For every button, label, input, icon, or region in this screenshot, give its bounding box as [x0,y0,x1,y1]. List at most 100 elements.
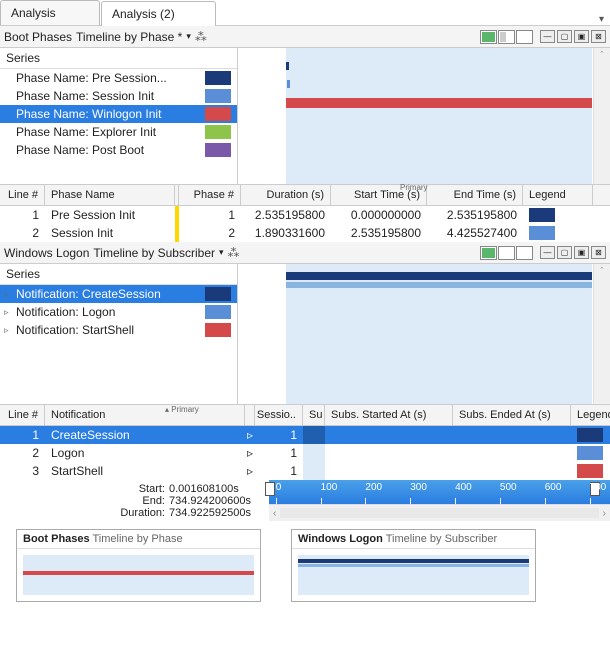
chevron-down-icon[interactable]: ▾ [219,247,224,258]
chevron-down-icon[interactable]: ▾ [186,31,191,42]
restore-button[interactable]: ▢ [557,246,572,259]
cell-ended [453,462,571,480]
layout-table-button[interactable] [516,30,533,44]
series-item[interactable]: Phase Name: Winlogon Init [0,105,237,123]
tab-analysis-1[interactable]: Analysis [0,0,100,25]
ruler-tick: 400 [455,482,472,493]
restore-button[interactable]: ▢ [557,30,572,43]
cell-phase-num: 2 [179,224,241,242]
th-sessio[interactable]: Sessio.. [255,405,303,425]
panel2-mode-dropdown[interactable]: Timeline by Subscriber [93,246,215,260]
series-item[interactable]: Phase Name: Post Boot [0,141,237,159]
duration-value: 734.922592500s [169,507,251,519]
table-row[interactable]: 1 Pre Session Init 1 2.535195800 0.00000… [0,206,610,224]
th-started[interactable]: Subs. Started At (s) [325,405,453,425]
series-label: Phase Name: Winlogon Init [16,107,161,121]
series-item[interactable]: Phase Name: Pre Session... [0,69,237,87]
panel1-chart[interactable]: ˆ [238,48,610,184]
ruler-handle-start[interactable] [265,482,275,496]
layout-split-button[interactable] [498,30,515,44]
expand-icon[interactable]: ▹ [245,444,255,462]
horizontal-scrollbar[interactable]: ‹ › [269,504,610,521]
panel2-table: ▴ Primary Line # Notification Sessio.. S… [0,404,610,480]
ruler-tick: 0 [276,482,282,493]
table-row[interactable]: 1 CreateSession ▹ 1 [0,426,610,444]
tab-overflow-icon[interactable]: ▾ [599,14,604,25]
cell-line: 2 [0,444,45,462]
th-line[interactable]: Line # [0,185,45,205]
vertical-scrollbar[interactable]: ˆ [593,48,610,184]
cell-su [303,462,325,480]
table-row[interactable]: 3 StartShell ▹ 1 [0,462,610,480]
series-item[interactable]: ▹Notification: StartShell [0,321,237,339]
thumb-title-b: Timeline by Subscriber [386,533,497,545]
maximize-button[interactable]: ▣ [574,30,589,43]
table-row[interactable]: 2 Logon ▹ 1 [0,444,610,462]
panel1-toolbar: Boot Phases Timeline by Phase * ▾ ⁂ — ▢ … [0,26,610,48]
expand-icon[interactable]: ▹ [4,289,12,300]
th-line[interactable]: Line # [0,405,45,425]
ruler-tick: 600 [545,482,562,493]
settings-icon[interactable]: ⁂ [228,246,240,260]
cell-legend [571,444,610,462]
time-ruler[interactable]: 0100200300400500600700 [269,480,610,504]
layout-table-button[interactable] [516,246,533,260]
layout-split-button[interactable] [498,246,515,260]
series-item[interactable]: Phase Name: Explorer Init [0,123,237,141]
th-notification[interactable]: Notification [45,405,245,425]
series-item[interactable]: ▹ Notification: Logon [0,303,237,321]
cell-sessio: 1 [255,426,303,444]
th-legend[interactable]: Legend [523,185,593,205]
th-end[interactable]: End Time (s) [427,185,523,205]
layout-full-button[interactable] [480,30,497,44]
panel1-mode-dropdown[interactable]: Timeline by Phase * [76,30,182,44]
series-label: Notification: Logon [16,305,115,319]
start-label: Start: [110,483,165,495]
scroll-right-icon[interactable]: › [603,508,606,519]
series-header: Series [0,48,237,69]
close-button[interactable]: ⊠ [591,246,606,259]
series-swatch [205,71,231,85]
cell-sessio: 1 [255,444,303,462]
th-legend[interactable]: Legend [571,405,610,425]
expand-icon[interactable]: ▹ [245,462,255,480]
cell-line: 1 [0,426,45,444]
minimize-button[interactable]: — [540,246,555,259]
panel2-series-panel: Series ▹Notification: CreateSession▹Noti… [0,264,238,404]
thumb-boot-phases[interactable]: Boot Phases Timeline by Phase [16,529,261,602]
th-su[interactable]: Su [303,405,325,425]
series-item[interactable]: Phase Name: Session Init [0,87,237,105]
expand-icon[interactable]: ▹ [4,307,12,318]
th-scroll-spacer [593,185,610,205]
cell-started [325,462,453,480]
th-ended[interactable]: Subs. Ended At (s) [453,405,571,425]
cell-line: 2 [0,224,45,242]
tab-analysis-2[interactable]: Analysis (2) [101,1,216,26]
expand-icon[interactable]: ▹ [245,426,255,444]
cell-phase-num: 1 [179,206,241,224]
scroll-left-icon[interactable]: ‹ [273,508,276,519]
th-expand [245,405,255,425]
maximize-button[interactable]: ▣ [574,246,589,259]
table-row[interactable]: 2 Session Init 2 1.890331600 2.535195800… [0,224,610,242]
layout-full-button[interactable] [480,246,497,260]
thumbnail-strip: Boot Phases Timeline by Phase Windows Lo… [0,521,610,610]
expand-icon[interactable]: ▹ [4,325,12,336]
minimize-button[interactable]: — [540,30,555,43]
cell-start: 2.535195800 [331,224,427,242]
th-phase-num[interactable]: Phase # [179,185,241,205]
series-swatch [205,125,231,139]
series-swatch [205,143,231,157]
primary-indicator: Primary [400,183,428,192]
cell-phase-name: Pre Session Init [45,206,175,224]
settings-icon[interactable]: ⁂ [195,30,207,44]
close-button[interactable]: ⊠ [591,30,606,43]
thumb-windows-logon[interactable]: Windows Logon Timeline by Subscriber [291,529,536,602]
vertical-scrollbar[interactable]: ˆ [593,264,610,404]
th-phase-name[interactable]: Phase Name [45,185,175,205]
panel2-chart[interactable]: ˆ [238,264,610,404]
th-duration[interactable]: Duration (s) [241,185,331,205]
cell-notification: StartShell [45,462,245,480]
cell-notification: CreateSession [45,426,245,444]
series-item[interactable]: ▹Notification: CreateSession [0,285,237,303]
